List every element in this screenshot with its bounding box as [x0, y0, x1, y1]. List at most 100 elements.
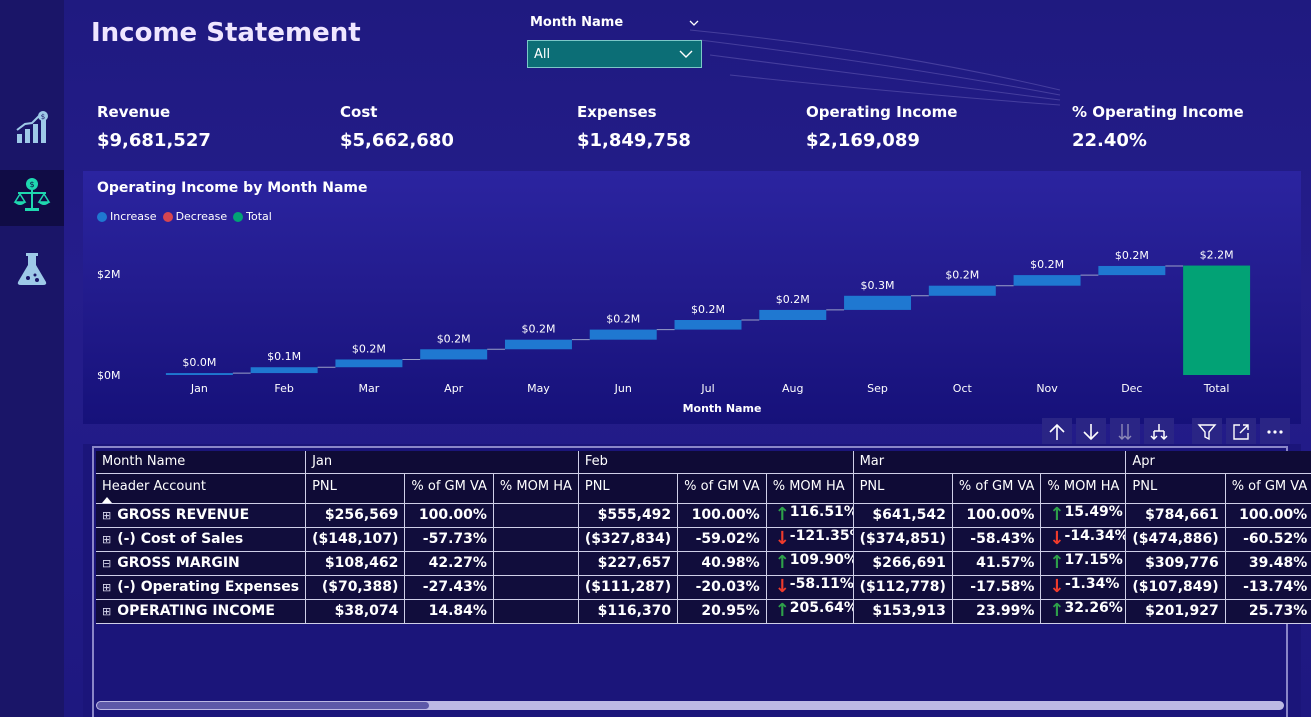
cell-value: 32.26%: [1064, 600, 1123, 616]
fork-down-icon: [1150, 424, 1168, 440]
arrow-down-icon: ↓: [1049, 576, 1065, 597]
table-cell: ↓-121.35%: [766, 527, 854, 552]
table-cell: ($70,388): [305, 575, 406, 600]
table-cell: ($112,778): [853, 575, 953, 600]
kpi-label: Revenue: [97, 103, 171, 121]
slicer-collapse-button[interactable]: [688, 14, 700, 33]
legend-item-total[interactable]: Total: [233, 210, 272, 223]
data-label: $0.2M: [1030, 258, 1064, 271]
sort-up-button[interactable]: [1042, 418, 1072, 446]
scrollbar-thumb[interactable]: [97, 702, 429, 709]
row-header[interactable]: ⊞ GROSS REVENUE: [96, 503, 307, 528]
measure-header[interactable]: PNL: [1125, 473, 1226, 504]
row-header[interactable]: ⊞ (-) Cost of Sales: [96, 527, 307, 552]
cell-value: ($107,849): [1132, 579, 1219, 595]
table-row: ⊟ GROSS MARGIN $108,462 42.27% $227,657 40.98…: [96, 551, 1311, 576]
chart-legend: Increase Decrease Total: [97, 210, 272, 223]
waterfall-chart[interactable]: $0M $2M $0.0M Jan $0.1M Feb $0.2M Mar $0.2M Apr $0…: [83, 171, 1301, 424]
horizontal-scrollbar[interactable]: [96, 701, 1284, 710]
arrow-down-icon: ↓: [774, 576, 790, 597]
cell-value: 41.57%: [976, 555, 1035, 571]
table-cell: ($374,851): [853, 527, 953, 552]
go-to-next-level-button[interactable]: [1110, 418, 1140, 446]
expand-icon[interactable]: ⊞: [102, 581, 111, 594]
x-tick-label: Jan: [190, 382, 208, 395]
kpi-label: Expenses: [577, 103, 657, 121]
arrow-down-icon: [1083, 424, 1099, 441]
month-header-jan[interactable]: Jan: [305, 451, 405, 474]
table-row: ⊞ (-) Cost of Sales ($148,107) -57.73% ($327…: [96, 527, 1311, 552]
table-cell: 20.95%: [677, 599, 767, 624]
row-header[interactable]: ⊞ (-) Operating Expenses: [96, 575, 307, 600]
expand-icon[interactable]: ⊞: [102, 509, 111, 522]
legend-item-decrease[interactable]: Decrease: [162, 210, 228, 223]
focus-mode-button[interactable]: [1226, 418, 1256, 446]
month-header-apr[interactable]: Apr: [1125, 451, 1226, 474]
legend-label: Increase: [110, 210, 157, 223]
cell-value: 17.15%: [1064, 552, 1123, 568]
waterfall-bar: [1098, 265, 1166, 276]
more-options-button[interactable]: [1260, 418, 1290, 446]
measure-header[interactable]: % of GM VA: [952, 473, 1042, 504]
expand-icon[interactable]: ⊞: [102, 533, 111, 546]
expand-icon[interactable]: ⊞: [102, 605, 111, 618]
data-label: $0.2M: [691, 303, 725, 316]
row-header[interactable]: ⊞ OPERATING INCOME: [96, 599, 307, 624]
income-matrix[interactable]: Month Name Jan Feb Mar Apr Header Accoun…: [96, 451, 1311, 624]
table-cell: ↑ 32.26%: [1040, 599, 1127, 624]
table-cell: [493, 551, 579, 576]
measure-header[interactable]: PNL: [305, 473, 406, 504]
row-header[interactable]: ⊟ GROSS MARGIN: [96, 551, 307, 576]
table-cell: 41.57%: [952, 551, 1042, 576]
x-tick-label: Mar: [359, 382, 380, 395]
month-header-spacer: [952, 451, 1041, 474]
cell-value: -17.58%: [970, 579, 1035, 595]
month-name-dropdown[interactable]: All: [527, 40, 702, 68]
table-cell: [493, 503, 579, 528]
cell-value: -14.34%: [1064, 528, 1126, 544]
more-options-icon: [1267, 430, 1283, 434]
cell-value: -13.74%: [1243, 579, 1308, 595]
nav-overview-button[interactable]: $: [0, 102, 64, 158]
measure-header[interactable]: % MOM HA: [766, 473, 854, 504]
cell-value: $108,462: [324, 555, 399, 571]
legend-label: Decrease: [175, 210, 228, 223]
cell-value: 100.00%: [691, 507, 760, 523]
month-header-spacer: [493, 451, 579, 474]
measure-header[interactable]: % MOM HA: [1040, 473, 1127, 504]
table-cell: ↓ -14.34%: [1040, 527, 1127, 552]
month-header-mar[interactable]: Mar: [853, 451, 953, 474]
dropdown-value: All: [534, 46, 551, 62]
table-cell: ($107,849): [1125, 575, 1226, 600]
x-tick-label: Nov: [1036, 382, 1058, 395]
waterfall-bar: [250, 367, 318, 374]
measure-header[interactable]: PNL: [853, 473, 953, 504]
legend-marker: [162, 211, 173, 222]
measure-header[interactable]: % MOM HA: [493, 473, 579, 504]
column-header-header-account[interactable]: Header Account: [96, 473, 307, 504]
double-arrow-down-icon: [1118, 424, 1132, 440]
table-cell: -17.58%: [952, 575, 1042, 600]
measure-header[interactable]: % of GM VA: [404, 473, 494, 504]
column-header-month-name[interactable]: Month Name: [96, 451, 307, 474]
y-tick-label: $2M: [97, 268, 121, 281]
legend-item-increase[interactable]: Increase: [97, 210, 157, 223]
filter-button[interactable]: [1192, 418, 1222, 446]
measure-header[interactable]: PNL: [578, 473, 679, 504]
month-header-feb[interactable]: Feb: [578, 451, 678, 474]
sidebar: $ $: [0, 0, 64, 717]
measure-header[interactable]: % of GM VA: [1225, 473, 1311, 504]
collapse-icon[interactable]: ⊟: [102, 557, 111, 570]
nav-analysis-button[interactable]: [0, 243, 64, 299]
arrow-up-icon: ↑: [774, 504, 790, 525]
table-cell: $38,074: [305, 599, 406, 624]
measure-header[interactable]: % of GM VA: [677, 473, 767, 504]
expand-hierarchy-button[interactable]: [1144, 418, 1174, 446]
x-tick-label: Aug: [782, 382, 803, 395]
table-cell: 100.00%: [1225, 503, 1311, 528]
drill-down-button[interactable]: [1076, 418, 1106, 446]
account-label: (-) Operating Expenses: [117, 579, 300, 595]
x-tick-label: May: [527, 382, 550, 395]
nav-income-statement-button[interactable]: $: [0, 170, 64, 226]
cell-value: $641,542: [872, 507, 946, 523]
